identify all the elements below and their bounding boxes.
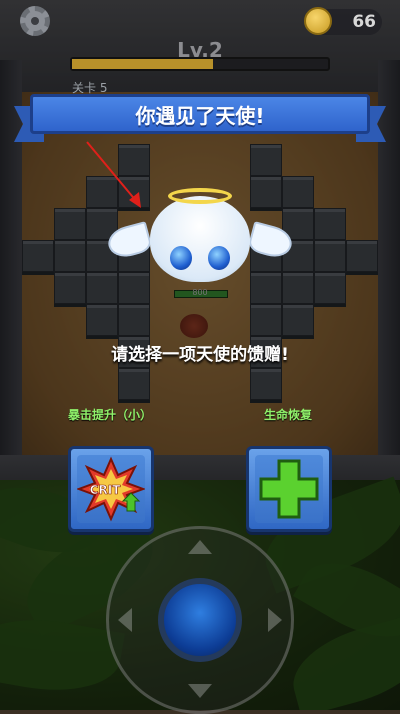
joystick-up-icon	[188, 540, 212, 554]
joystick-down-icon	[188, 684, 212, 698]
coin-count: 66	[352, 12, 376, 32]
heal-card-face	[255, 455, 323, 523]
joystick-knob[interactable]	[158, 578, 242, 662]
coin-icon	[304, 7, 332, 35]
settings-gear-icon[interactable]	[20, 6, 50, 36]
xp-progress-bar	[70, 57, 330, 71]
joystick-right-icon	[268, 608, 282, 632]
heal-option-button[interactable]	[246, 446, 332, 532]
angel-body	[150, 196, 250, 282]
gift-prompt: 请选择一项天使的馈赠!	[111, 345, 289, 365]
xp-progress-fill	[72, 59, 213, 69]
green-plus-icon	[259, 459, 319, 519]
crit-boost-option-button[interactable]: CRIT	[68, 446, 154, 532]
angel-right-eye	[208, 246, 230, 270]
red-arrow-icon	[86, 141, 141, 208]
option-heal-label: 生命恢复	[263, 408, 312, 422]
option-crit-label: 暴击提升（小）	[67, 408, 152, 422]
crit-up-icon: CRIT	[76, 456, 146, 522]
halo-icon	[168, 188, 232, 204]
crit-card-face: CRIT	[76, 455, 146, 523]
crit-icon-text: CRIT	[90, 483, 122, 497]
angel-left-eye	[170, 246, 192, 270]
angel-encounter-banner: 你遇见了天使!	[30, 94, 370, 134]
joystick-left-icon	[118, 608, 132, 632]
